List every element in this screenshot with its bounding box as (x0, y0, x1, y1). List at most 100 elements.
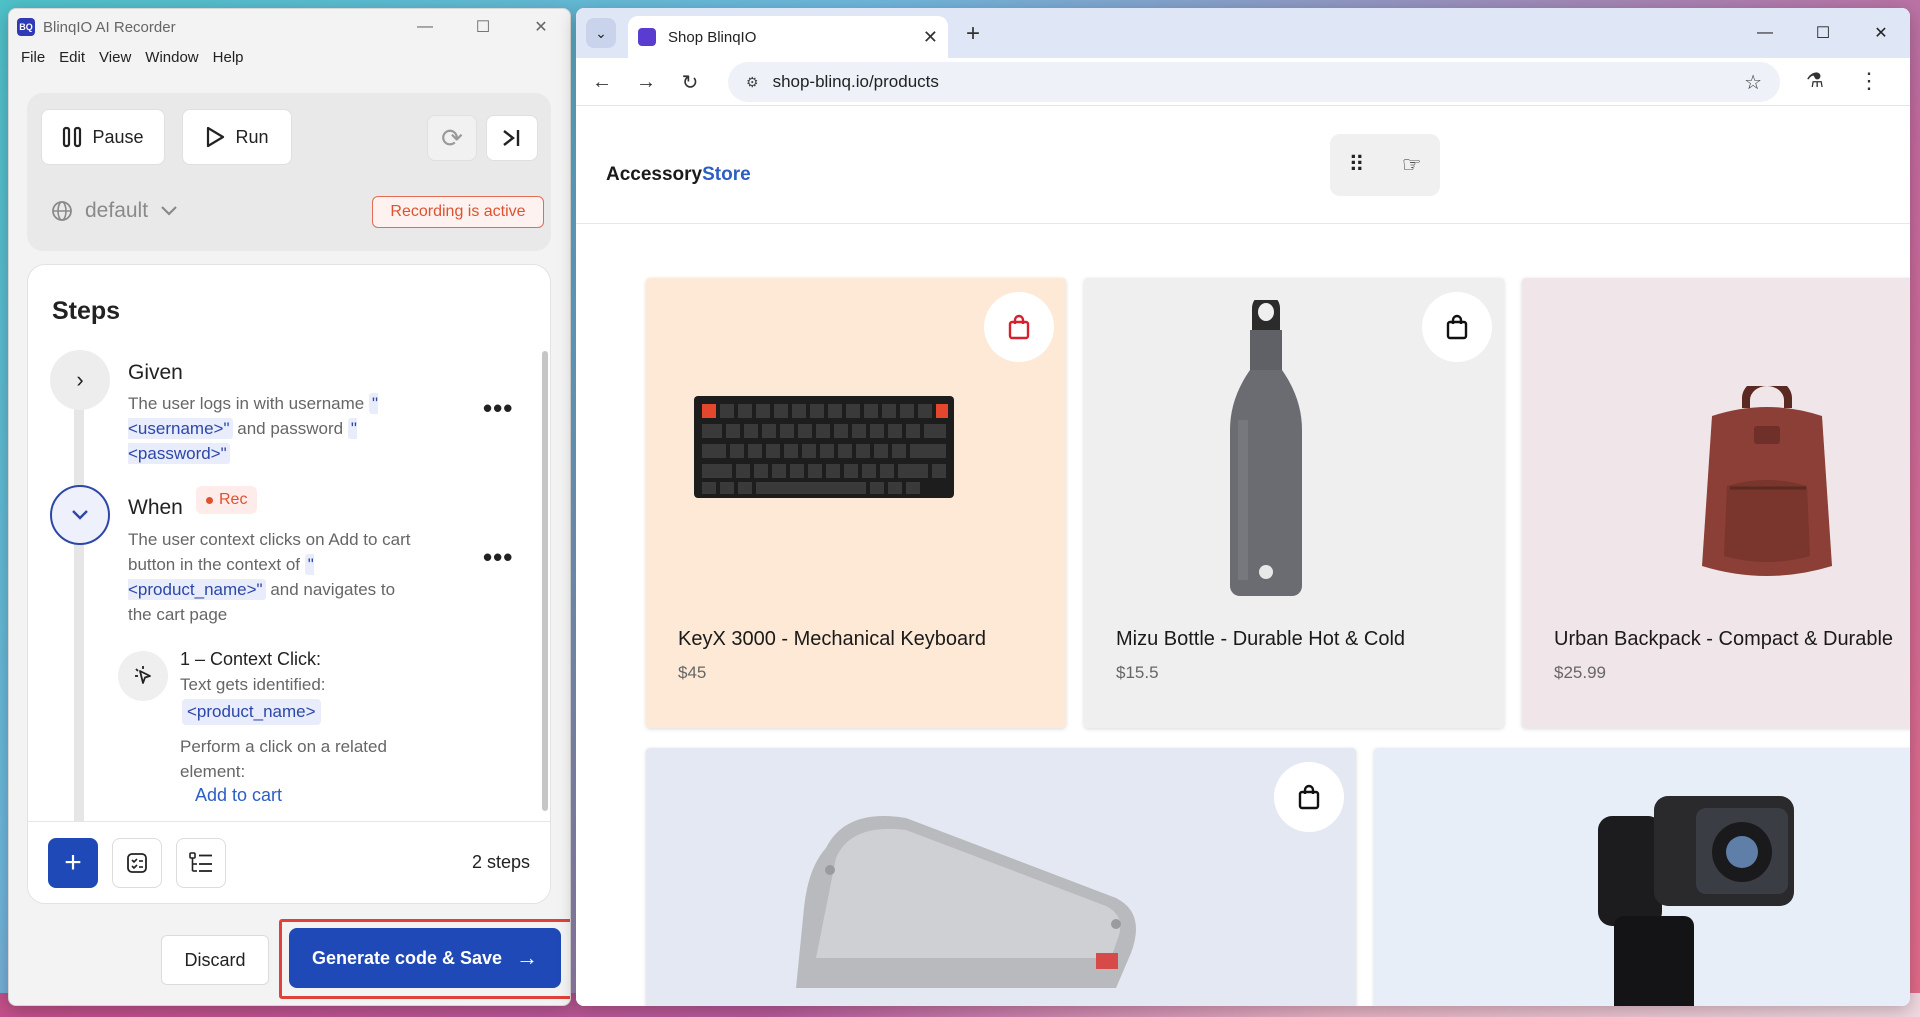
generate-code-save-button[interactable]: Generate code & Save → (289, 928, 561, 988)
recording-status-badge: Recording is active (372, 196, 544, 228)
globe-icon (52, 201, 72, 221)
product-card[interactable] (646, 748, 1356, 1006)
add-to-cart-button[interactable] (984, 292, 1054, 362)
chevron-right-icon: › (76, 367, 84, 392)
recorder-window: BQ BlinqIO AI Recorder — ☐ ✕ File Edit V… (8, 8, 571, 1006)
product-card[interactable] (1374, 748, 1910, 1006)
substep-title: 1 – Context Click: (180, 649, 322, 669)
forward-icon[interactable]: → (632, 68, 660, 96)
skip-to-end-button[interactable] (486, 115, 538, 161)
grid-dots-icon[interactable]: ⠿ (1349, 152, 1365, 178)
pause-label: Pause (92, 126, 144, 147)
checklist-button[interactable] (112, 838, 162, 888)
generate-label: Generate code & Save (311, 947, 503, 968)
context-click-icon (118, 651, 168, 701)
tab-shop-blinqio[interactable]: Shop BlinqIO ✕ (628, 16, 948, 58)
app-logo-icon: BQ (17, 18, 35, 36)
product-price: $15.5 (1116, 663, 1159, 682)
plus-icon: + (64, 846, 82, 879)
step-list-button[interactable] (176, 838, 226, 888)
product-name: Urban Backpack - Compact & Durable (1554, 628, 1894, 650)
expand-given-button[interactable]: › (50, 350, 110, 410)
product-price: $45 (678, 663, 707, 682)
maximize-icon[interactable]: ☐ (454, 9, 512, 45)
shopping-bag-icon (1298, 784, 1320, 810)
steps-footer: + 2 steps (28, 821, 550, 903)
menu-edit[interactable]: Edit (53, 49, 91, 66)
close-icon[interactable]: ✕ (512, 9, 570, 45)
menubar: File Edit View Window Help (9, 45, 570, 69)
play-icon (207, 126, 225, 148)
hand-pointer-icon[interactable]: ☞ (1402, 152, 1422, 178)
close-tab-icon[interactable]: ✕ (923, 27, 938, 48)
run-label: Run (235, 126, 269, 147)
refresh-button[interactable]: ⟳ (427, 115, 477, 161)
labs-flask-icon[interactable]: ⚗ (1806, 68, 1824, 93)
address-bar[interactable]: ⚙ shop-blinq.io/products ☆ (728, 62, 1780, 102)
control-panel: Pause Run ⟳ default Recording is active (27, 93, 551, 251)
minimize-icon[interactable]: — (396, 9, 454, 45)
browser-toolbar: ← → ↻ ⚙ shop-blinq.io/products ☆ ⚗ ⋮ (576, 58, 1910, 106)
back-icon[interactable]: ← (588, 68, 616, 96)
backpack-image (1702, 386, 1832, 576)
tab-search-button[interactable]: ⌄ (586, 18, 616, 48)
when-more-options-icon[interactable]: ••• (483, 542, 513, 573)
bottle-image (1230, 300, 1302, 596)
power-bank-image (796, 816, 1136, 988)
steps-timeline (74, 351, 84, 821)
run-button[interactable]: Run (182, 109, 292, 165)
given-keyword: Given (128, 361, 183, 384)
chevron-down-icon (161, 206, 177, 216)
menu-help[interactable]: Help (207, 49, 250, 66)
environment-selector[interactable]: default (51, 199, 178, 223)
window-title: BlinqIO AI Recorder (43, 18, 176, 36)
substep-line-3: element: (180, 762, 246, 781)
minimize-icon[interactable]: — (1736, 8, 1794, 58)
product-name: Mizu Bottle - Durable Hot & Cold (1116, 628, 1406, 650)
add-to-cart-button[interactable] (1274, 762, 1344, 832)
tab-title: Shop BlinqIO (668, 28, 757, 46)
pause-button[interactable]: Pause (41, 109, 165, 165)
checklist-icon (127, 853, 147, 873)
add-to-cart-link[interactable]: Add to cart (195, 785, 282, 806)
reload-icon[interactable]: ↻ (676, 68, 704, 96)
when-keyword: When (128, 496, 183, 519)
substep-param: <product_name> (182, 699, 321, 725)
menu-window[interactable]: Window (139, 49, 204, 66)
view-toggle: ⠿ ☞ (1330, 134, 1440, 196)
skip-end-icon (503, 130, 520, 146)
close-icon[interactable]: ✕ (1852, 8, 1910, 58)
list-tree-icon (189, 852, 212, 872)
refresh-icon: ⟳ (441, 122, 463, 153)
product-name: KeyX 3000 - Mechanical Keyboard (678, 628, 986, 650)
collapse-when-button[interactable] (50, 485, 110, 545)
menu-file[interactable]: File (15, 49, 51, 66)
substep-line-2: Perform a click on a related (180, 737, 387, 756)
product-card[interactable]: Urban Backpack - Compact & Durable $25.9… (1522, 278, 1910, 728)
store-logo[interactable]: AccessoryStore (606, 164, 751, 186)
site-info-icon[interactable]: ⚙ (746, 74, 759, 91)
add-step-button[interactable]: + (48, 838, 98, 888)
add-to-cart-button[interactable] (1422, 292, 1492, 362)
maximize-icon[interactable]: ☐ (1794, 8, 1852, 58)
steps-scrollbar[interactable] (542, 351, 548, 811)
kebab-menu-icon[interactable]: ⋮ (1858, 68, 1880, 94)
shopping-bag-icon (1008, 314, 1030, 340)
given-step-text: The user logs in with username "<usernam… (128, 393, 379, 464)
chevron-down-icon (72, 510, 88, 520)
when-step-text: The user context clicks on Add to cart b… (128, 530, 411, 624)
menu-view[interactable]: View (93, 49, 137, 66)
site-header: AccessoryStore ⠿ ☞ (576, 106, 1910, 224)
new-tab-icon[interactable]: + (966, 20, 980, 48)
discard-button[interactable]: Discard (161, 935, 269, 985)
product-card[interactable]: Mizu Bottle - Durable Hot & Cold $15.5 (1084, 278, 1504, 728)
steps-heading: Steps (52, 297, 121, 325)
product-card[interactable]: KeyX 3000 - Mechanical Keyboard $45 (646, 278, 1066, 728)
substep-line-1: Text gets identified: (180, 675, 326, 694)
bookmark-star-icon[interactable]: ☆ (1744, 70, 1762, 95)
shopping-bag-icon (1446, 314, 1468, 340)
web-page: AccessoryStore ⠿ ☞ KeyX 3000 - Mechanica… (576, 106, 1910, 1006)
recorder-titlebar: BQ BlinqIO AI Recorder — ☐ ✕ (9, 9, 570, 45)
tab-bar: ⌄ Shop BlinqIO ✕ + — ☐ ✕ (576, 8, 1910, 58)
given-more-options-icon[interactable]: ••• (483, 393, 513, 424)
